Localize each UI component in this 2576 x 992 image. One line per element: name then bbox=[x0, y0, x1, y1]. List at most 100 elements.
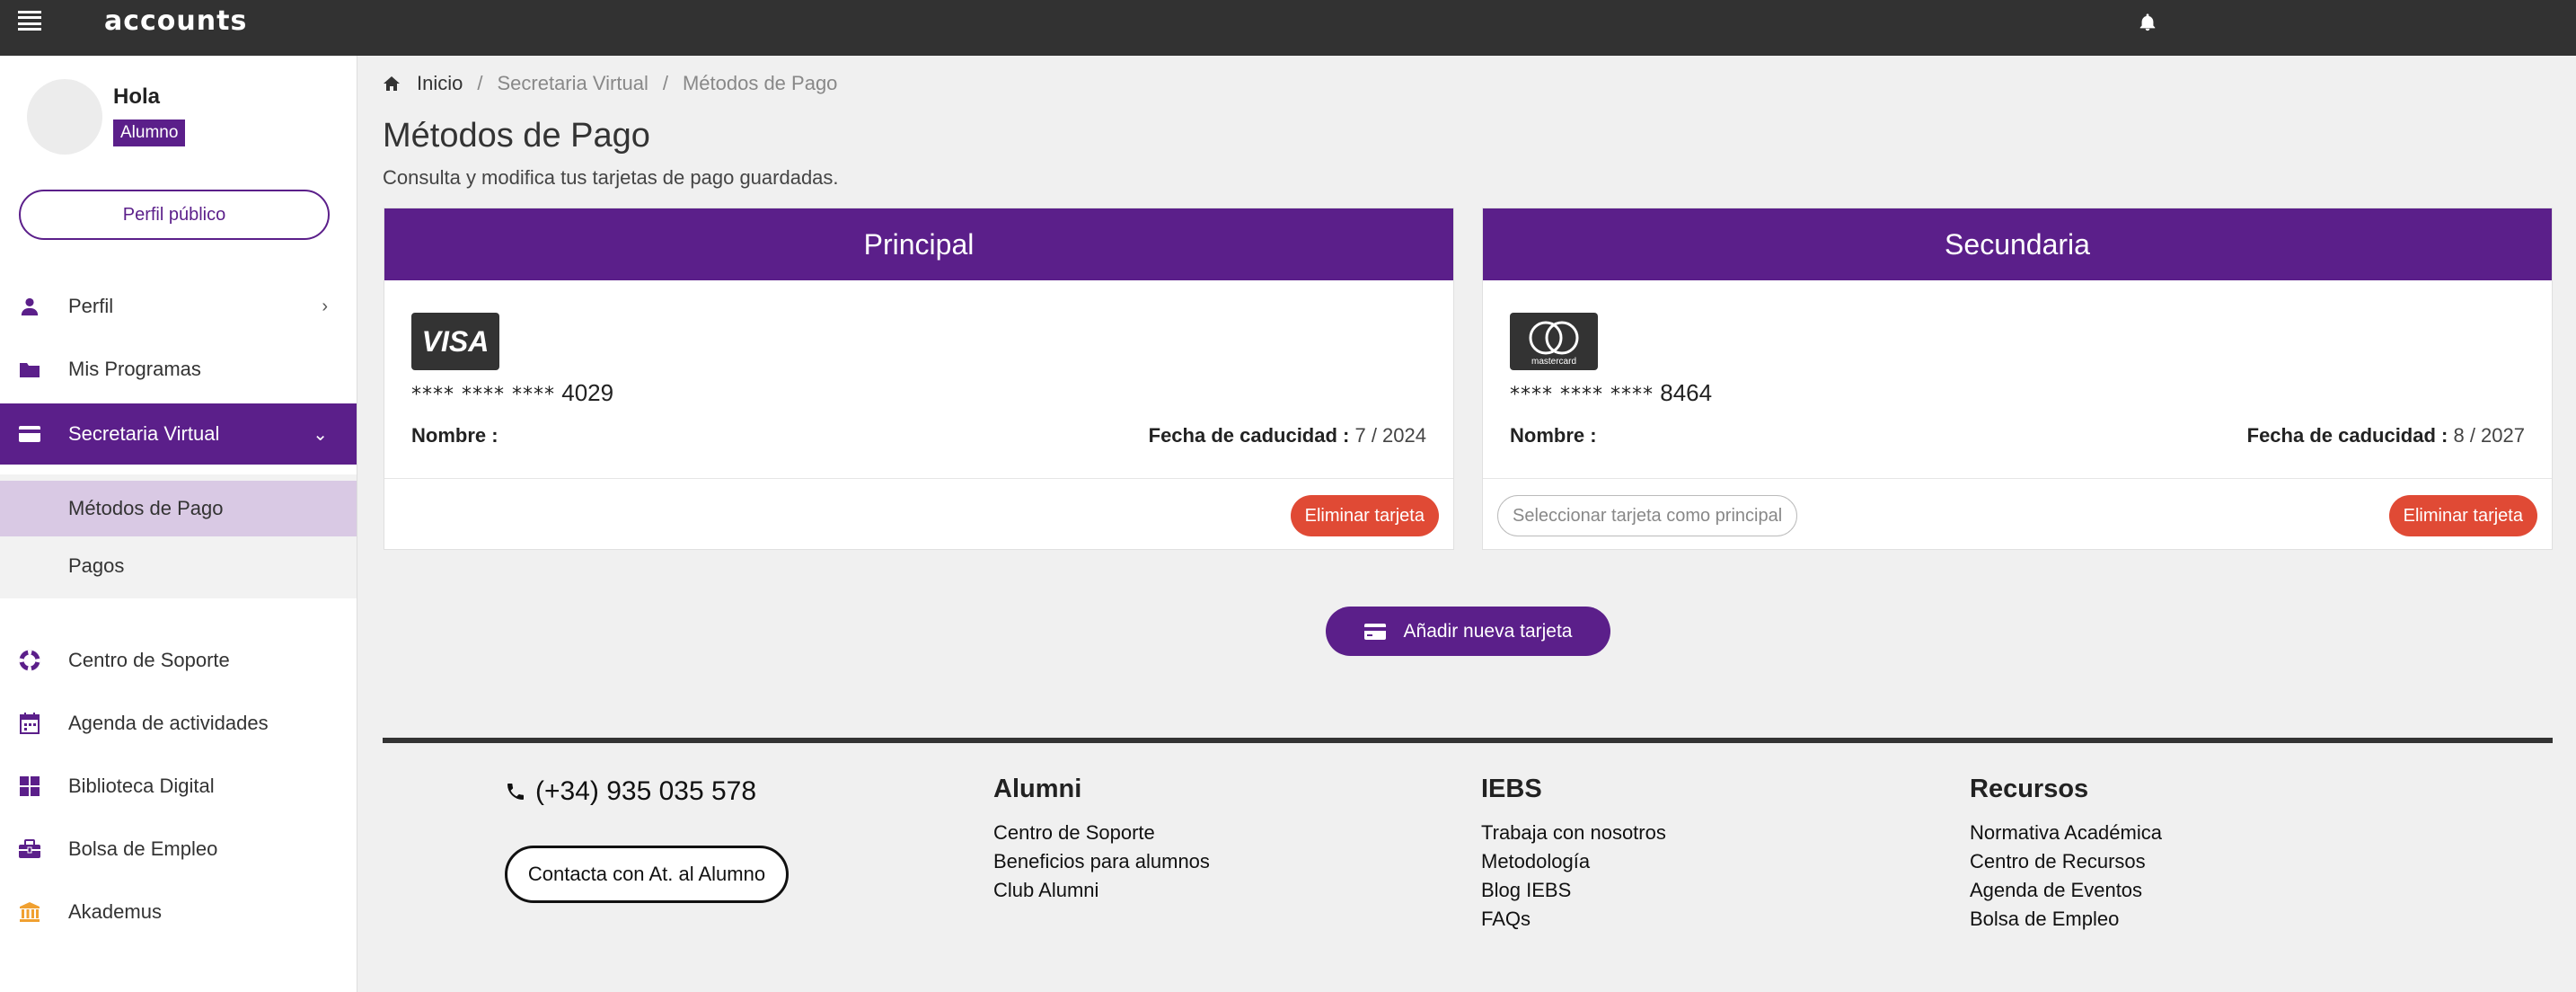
role-badge: Alumno bbox=[113, 120, 186, 146]
breadcrumb: Inicio / Secretaria Virtual / Métodos de… bbox=[383, 72, 837, 95]
breadcrumb-item-secretaria-virtual[interactable]: Secretaria Virtual bbox=[497, 72, 648, 95]
footer-link[interactable]: Centro de Soporte bbox=[993, 819, 1210, 847]
page-title: Métodos de Pago bbox=[383, 117, 650, 155]
footer-column-iebs: IEBS Trabaja con nosotros Metodología Bl… bbox=[1481, 775, 1666, 934]
notification-bell-icon[interactable] bbox=[2138, 12, 2157, 33]
expiry-label: Fecha de caducidad : bbox=[2246, 424, 2448, 447]
institution-icon bbox=[18, 900, 41, 924]
credit-card-icon bbox=[1363, 623, 1386, 640]
card-expiry: Fecha de caducidad : 7 / 2024 bbox=[1149, 424, 1426, 447]
footer-link[interactable]: Agenda de Eventos bbox=[1970, 876, 2162, 905]
footer-link[interactable]: Blog IEBS bbox=[1481, 876, 1666, 905]
footer-phone[interactable]: (+34) 935 035 578 bbox=[505, 776, 756, 807]
avatar[interactable] bbox=[27, 79, 102, 155]
card-holder-label: Nombre : bbox=[1510, 424, 1597, 447]
footer-link[interactable]: Bolsa de Empleo bbox=[1970, 905, 2162, 934]
card-number: **** **** **** 8464 bbox=[1510, 379, 1712, 407]
mastercard-logo-text: mastercard bbox=[1531, 357, 1576, 367]
chevron-down-icon: ⌄ bbox=[313, 424, 328, 445]
contact-student-support-button[interactable]: Contacta con At. al Alumno bbox=[505, 846, 789, 903]
grid-icon bbox=[18, 775, 41, 798]
sidebar-item-agenda-de-actividades[interactable]: Agenda de actividades bbox=[0, 693, 357, 754]
sidebar-item-mis-programas[interactable]: Mis Programas bbox=[0, 339, 357, 400]
sidebar-item-secretaria-virtual[interactable]: Secretaria Virtual ⌄ bbox=[0, 403, 357, 465]
footer-link[interactable]: Beneficios para alumnos bbox=[993, 847, 1210, 876]
breadcrumb-item-current: Métodos de Pago bbox=[682, 72, 838, 94]
sidebar-item-label: Centro de Soporte bbox=[68, 649, 230, 671]
add-card-button[interactable]: Añadir nueva tarjeta bbox=[1326, 607, 1610, 656]
footer-link[interactable]: Centro de Recursos bbox=[1970, 847, 2162, 876]
footer-column-title: Recursos bbox=[1970, 775, 2089, 803]
payment-card-secundaria: Secundaria mastercard **** **** **** 846… bbox=[1482, 208, 2553, 550]
briefcase-icon bbox=[18, 837, 41, 861]
app-logo[interactable]: accounts bbox=[104, 5, 247, 37]
footer-divider bbox=[383, 738, 2553, 743]
expiry-value: 7 / 2024 bbox=[1354, 424, 1426, 447]
submenu-item-label: Métodos de Pago bbox=[68, 497, 224, 519]
card-divider bbox=[384, 478, 1453, 479]
delete-card-button[interactable]: Eliminar tarjeta bbox=[2388, 495, 2537, 536]
sidebar: Hola Alumno Perfil público Perfil › Mis … bbox=[0, 56, 357, 992]
card-header: Secundaria bbox=[1483, 208, 2552, 280]
phone-number: (+34) 935 035 578 bbox=[535, 776, 757, 806]
submenu-item-metodos-de-pago[interactable]: Métodos de Pago bbox=[0, 481, 357, 536]
card-expiry: Fecha de caducidad : 8 / 2027 bbox=[2247, 424, 2525, 447]
sidebar-item-label: Akademus bbox=[68, 900, 162, 923]
card-holder-label: Nombre : bbox=[411, 424, 498, 447]
visa-logo-text: VISA bbox=[422, 325, 490, 358]
page-subtitle: Consulta y modifica tus tarjetas de pago… bbox=[383, 166, 839, 189]
home-icon[interactable] bbox=[383, 75, 401, 92]
sidebar-item-centro-de-soporte[interactable]: Centro de Soporte bbox=[0, 630, 357, 691]
set-as-principal-button[interactable]: Seleccionar tarjeta como principal bbox=[1497, 495, 1798, 536]
credit-card-icon bbox=[18, 422, 41, 446]
user-icon bbox=[18, 295, 41, 318]
sidebar-item-label: Perfil bbox=[68, 295, 114, 317]
submenu-item-label: Pagos bbox=[68, 554, 125, 577]
public-profile-button[interactable]: Perfil público bbox=[19, 190, 330, 240]
card-divider bbox=[1483, 478, 2552, 479]
mastercard-logo-icon: mastercard bbox=[1510, 313, 1598, 370]
card-number: **** **** **** 4029 bbox=[411, 379, 613, 407]
phone-icon bbox=[507, 784, 524, 800]
folder-icon bbox=[18, 358, 41, 381]
footer-link[interactable]: Normativa Académica bbox=[1970, 819, 2162, 847]
sidebar-item-bolsa-de-empleo[interactable]: Bolsa de Empleo bbox=[0, 819, 357, 880]
submenu-secretaria-virtual: Métodos de Pago Pagos bbox=[0, 474, 357, 598]
sidebar-item-label: Mis Programas bbox=[68, 358, 201, 380]
menu-icon[interactable] bbox=[18, 11, 41, 31]
breadcrumb-separator: / bbox=[662, 72, 668, 94]
payment-card-principal: Principal VISA **** **** **** 4029 Nombr… bbox=[384, 208, 1454, 550]
calendar-icon bbox=[18, 712, 41, 735]
greeting: Hola bbox=[113, 84, 161, 109]
sidebar-item-akademus[interactable]: Akademus bbox=[0, 881, 357, 943]
footer-link[interactable]: FAQs bbox=[1481, 905, 1666, 934]
expiry-value: 8 / 2027 bbox=[2453, 424, 2525, 447]
footer-column-recursos: Recursos Normativa Académica Centro de R… bbox=[1970, 775, 2162, 934]
submenu-item-pagos[interactable]: Pagos bbox=[0, 538, 357, 594]
breadcrumb-item-inicio[interactable]: Inicio bbox=[417, 72, 463, 95]
sidebar-item-label: Secretaria Virtual bbox=[68, 422, 220, 445]
footer-link[interactable]: Club Alumni bbox=[993, 876, 1210, 905]
breadcrumb-separator: / bbox=[477, 72, 483, 94]
sidebar-item-perfil[interactable]: Perfil › bbox=[0, 276, 357, 337]
add-card-label: Añadir nueva tarjeta bbox=[1403, 620, 1573, 642]
footer-column-title: IEBS bbox=[1481, 775, 1542, 803]
card-number-mask: **** **** **** bbox=[1510, 384, 1654, 406]
delete-card-button[interactable]: Eliminar tarjeta bbox=[1290, 495, 1439, 536]
visa-logo-icon: VISA bbox=[411, 313, 499, 370]
card-header: Principal bbox=[384, 208, 1453, 280]
footer-column-title: Alumni bbox=[993, 775, 1082, 803]
chevron-right-icon: › bbox=[322, 296, 328, 316]
card-last4: 4029 bbox=[561, 379, 614, 406]
top-bar: accounts bbox=[0, 0, 2576, 56]
footer-link[interactable]: Trabaja con nosotros bbox=[1481, 819, 1666, 847]
card-number-mask: **** **** **** bbox=[411, 384, 555, 406]
sidebar-item-biblioteca-digital[interactable]: Biblioteca Digital bbox=[0, 756, 357, 817]
expiry-label: Fecha de caducidad : bbox=[1148, 424, 1350, 447]
footer-column-alumni: Alumni Centro de Soporte Beneficios para… bbox=[993, 775, 1210, 905]
footer-link[interactable]: Metodología bbox=[1481, 847, 1666, 876]
lifebuoy-icon bbox=[18, 649, 41, 672]
card-last4: 8464 bbox=[1660, 379, 1713, 406]
sidebar-item-label: Agenda de actividades bbox=[68, 712, 269, 734]
sidebar-item-label: Biblioteca Digital bbox=[68, 775, 215, 797]
